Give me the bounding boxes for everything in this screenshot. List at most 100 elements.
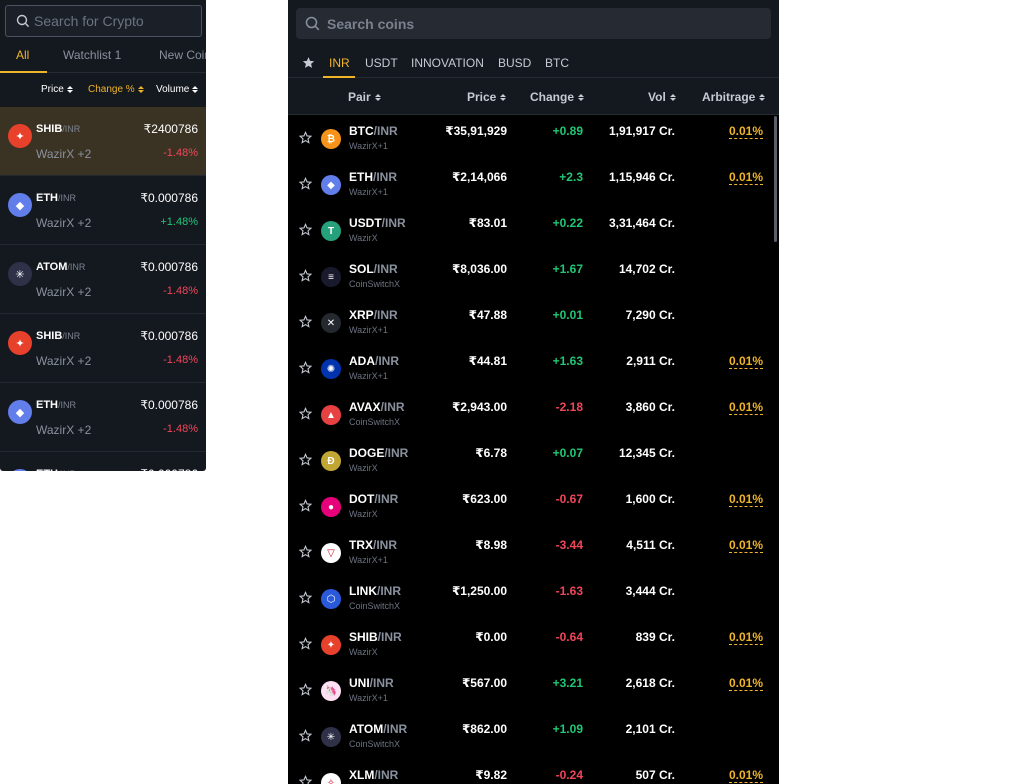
arbitrage-link[interactable]: 0.01% xyxy=(728,538,763,553)
sort-caret-icon xyxy=(759,93,766,101)
pair-price: ₹35,91,929 xyxy=(445,124,507,138)
tab-usdt[interactable]: USDT xyxy=(365,56,398,70)
tab-btc[interactable]: BTC xyxy=(545,56,569,70)
pair-label: XLM/INR xyxy=(349,768,399,782)
arbitrage-link[interactable]: 0.01% xyxy=(728,492,763,507)
eth-icon: ◆ xyxy=(8,469,32,471)
header-arbitrage[interactable]: Arbitrage xyxy=(702,90,766,104)
coin-symbol: ETH/INR xyxy=(36,399,76,411)
table-row[interactable]: ● DOT/INR WazirX ₹623.00 -0.67 1,600 Cr. 0.01% xyxy=(288,484,779,530)
pair-label: ADA/INR xyxy=(349,354,399,368)
coin-search-input[interactable] xyxy=(327,8,757,39)
table-row[interactable]: ◆ ETH/INR WazirX+1 ₹2,14,066 +2.3 1,15,946 Cr… xyxy=(288,162,779,208)
watchlist-star-icon[interactable] xyxy=(299,269,312,282)
table-row[interactable]: ₿ BTC/INR WazirX+1 ₹35,91,929 +0.89 1,91,917 … xyxy=(288,116,779,162)
tab-inr[interactable]: INR xyxy=(329,56,350,70)
watchlist-star-icon[interactable] xyxy=(299,407,312,420)
list-item[interactable]: ✦ SHIB/INR WazirX +2 ₹2400786 -1.48% xyxy=(0,107,206,176)
pair-volume: 1,600 Cr. xyxy=(625,492,675,506)
pair-price: ₹623.00 xyxy=(461,492,507,506)
sort-price-button[interactable]: Price xyxy=(41,84,73,95)
arbitrage-link[interactable]: 0.01% xyxy=(728,630,763,645)
sort-row: Price Change % Volume xyxy=(0,74,206,104)
header-change[interactable]: Change xyxy=(530,90,585,104)
arbitrage-link[interactable]: 0.01% xyxy=(728,400,763,415)
pair-change: -3.44 xyxy=(555,538,583,552)
trx-icon: ▽ xyxy=(321,543,341,563)
table-row[interactable]: ✺ ADA/INR WazirX+1 ₹44.81 +1.63 2,911 Cr. 0.01… xyxy=(288,346,779,392)
pair-volume: 3,31,464 Cr. xyxy=(608,216,675,230)
coin-symbol: ETH/INR xyxy=(36,192,76,204)
exchange-label: WazirX xyxy=(349,463,378,473)
tab-busd[interactable]: BUSD xyxy=(498,56,531,70)
pair-volume: 1,91,917 Cr. xyxy=(608,124,675,138)
table-row[interactable]: Ð DOGE/INR WazirX ₹6.78 +0.07 12,345 Cr. xyxy=(288,438,779,484)
watchlist-star-icon[interactable] xyxy=(299,775,312,784)
pair-change: +3.21 xyxy=(552,676,583,690)
header-pair[interactable]: Pair xyxy=(348,90,381,104)
table-row[interactable]: ✳ ATOM/INR CoinSwitchX ₹862.00 +1.09 2,101 Cr… xyxy=(288,714,779,760)
watchlist-star-icon[interactable] xyxy=(299,545,312,558)
table-row[interactable]: T USDT/INR WazirX ₹83.01 +0.22 3,31,464 Cr. xyxy=(288,208,779,254)
sort-caret-icon xyxy=(66,86,73,93)
tab-watchlist-1[interactable]: Watchlist 1 xyxy=(63,48,121,62)
pair-label: TRX/INR xyxy=(349,538,397,552)
watchlist-star-icon[interactable] xyxy=(299,177,312,190)
watchlist-star-icon[interactable] xyxy=(299,729,312,742)
header-price[interactable]: Price xyxy=(467,90,507,104)
table-row[interactable]: ✧ XLM/INR ₹9.82 -0.24 507 Cr. 0.01% xyxy=(288,760,779,784)
arbitrage-link[interactable]: 0.01% xyxy=(728,768,763,783)
list-item[interactable]: ✦ SHIB/INR WazirX +2 ₹0.000786 -1.48% xyxy=(0,314,206,383)
coin-price: ₹0.000786 xyxy=(140,467,198,471)
list-item[interactable]: ✳ ATOM/INR WazirX +2 ₹0.000786 -1.48% xyxy=(0,245,206,314)
arbitrage-link[interactable]: 0.01% xyxy=(728,170,763,185)
list-item[interactable]: ◆ ETH/INR WazirX +2 ₹0.000786 +1.48% xyxy=(0,176,206,245)
tab-all[interactable]: All xyxy=(16,48,29,62)
crypto-search-input[interactable] xyxy=(34,6,194,36)
table-row[interactable]: ⬡ LINK/INR CoinSwitchX ₹1,250.00 -1.63 3,444 … xyxy=(288,576,779,622)
table-row[interactable]: ▲ AVAX/INR CoinSwitchX ₹2,943.00 -2.18 3,860 … xyxy=(288,392,779,438)
pair-label: SOL/INR xyxy=(349,262,398,276)
table-row[interactable]: ▽ TRX/INR WazirX+1 ₹8.98 -3.44 4,511 Cr. 0.01% xyxy=(288,530,779,576)
tab-new-coins[interactable]: New Coins xyxy=(159,48,206,62)
sort-change-button[interactable]: Change % xyxy=(88,84,144,95)
header-vol[interactable]: Vol xyxy=(648,90,676,104)
arbitrage-link[interactable]: 0.01% xyxy=(728,124,763,139)
list-item[interactable]: ◆ ETH/INR WazirX +2 ₹0.000786 -1.48% xyxy=(0,383,206,452)
xrp-icon: ✕ xyxy=(321,313,341,333)
arbitrage-link[interactable]: 0.01% xyxy=(728,354,763,369)
crypto-search-box[interactable] xyxy=(5,5,202,37)
watchlist-star-icon[interactable] xyxy=(299,453,312,466)
table-scrollbar[interactable] xyxy=(774,116,777,242)
watchlist-star-icon[interactable] xyxy=(299,591,312,604)
watchlist-star-icon[interactable] xyxy=(299,361,312,374)
watchlist-star-icon[interactable] xyxy=(299,683,312,696)
watchlist-star-icon[interactable] xyxy=(299,131,312,144)
list-item[interactable]: ◆ ETH/INR ₹0.000786 xyxy=(0,452,206,471)
watchlist-star-icon[interactable] xyxy=(299,499,312,512)
arbitrage-link[interactable]: 0.01% xyxy=(728,676,763,691)
watchlist-star-icon[interactable] xyxy=(299,637,312,650)
exchange-label: CoinSwitchX xyxy=(349,601,401,611)
pair-price: ₹6.78 xyxy=(475,446,507,460)
btc-icon: ₿ xyxy=(321,129,341,149)
pair-price: ₹2,943.00 xyxy=(451,400,507,414)
table-row[interactable]: ✕ XRP/INR WazirX+1 ₹47.88 +0.01 7,290 Cr. xyxy=(288,300,779,346)
tab-innovation[interactable]: INNOVATION xyxy=(411,56,484,70)
pair-label: USDT/INR xyxy=(349,216,406,230)
watchlist-star-icon[interactable] xyxy=(299,223,312,236)
pair-change: +0.22 xyxy=(552,216,583,230)
exchange-label: CoinSwitchX xyxy=(349,417,401,427)
favorites-star-icon[interactable] xyxy=(302,56,315,69)
table-row[interactable]: 🦄 UNI/INR WazirX+1 ₹567.00 +3.21 2,618 Cr. 0.0… xyxy=(288,668,779,714)
sort-caret-icon xyxy=(669,93,676,101)
pair-label: LINK/INR xyxy=(349,584,401,598)
pair-volume: 1,15,946 Cr. xyxy=(608,170,675,184)
sort-volume-button[interactable]: Volume xyxy=(156,84,199,95)
table-row[interactable]: ≡ SOL/INR CoinSwitchX ₹8,036.00 +1.67 14,702 … xyxy=(288,254,779,300)
shib-icon: ✦ xyxy=(8,331,32,355)
pair-volume: 2,618 Cr. xyxy=(625,676,675,690)
coin-search-box[interactable] xyxy=(296,8,771,39)
table-row[interactable]: ✦ SHIB/INR WazirX ₹0.00 -0.64 839 Cr. 0.01% xyxy=(288,622,779,668)
watchlist-star-icon[interactable] xyxy=(299,315,312,328)
